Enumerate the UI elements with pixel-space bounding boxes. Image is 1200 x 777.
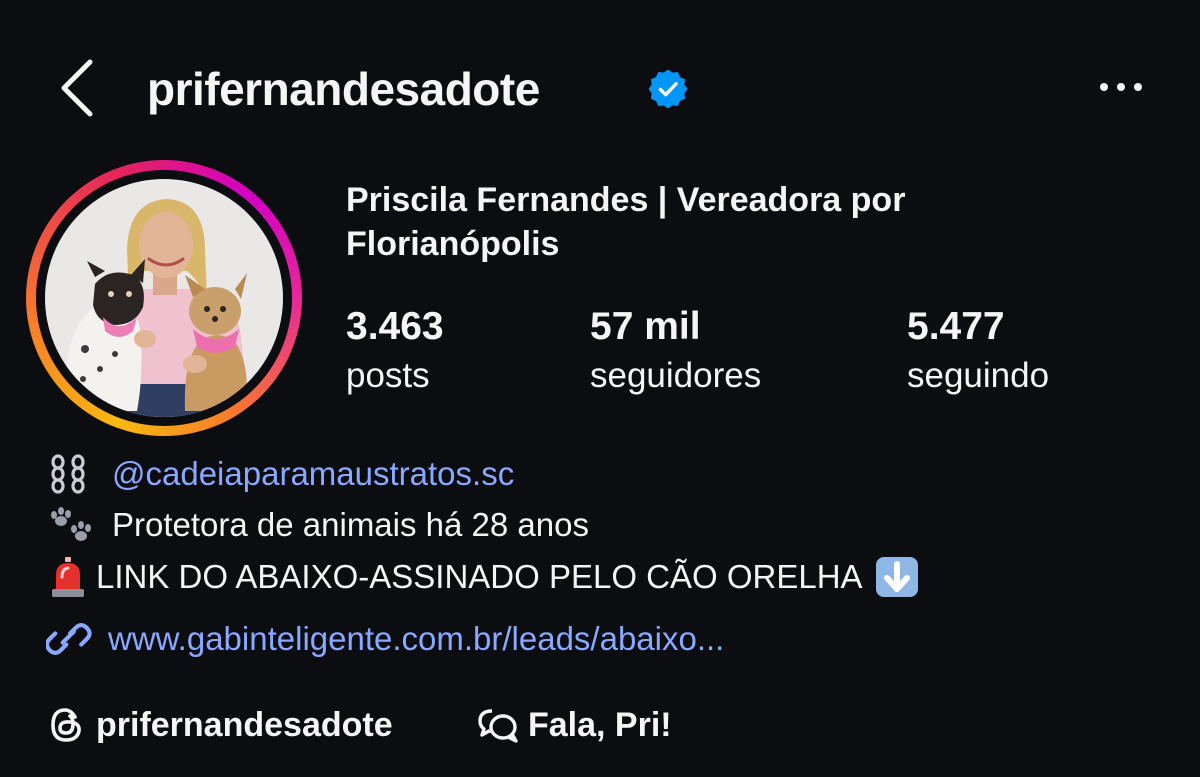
following-label: seguindo: [907, 356, 1050, 395]
followers-label: seguidores: [590, 356, 762, 395]
bio-text: Protetora de animais há 28 anos: [112, 506, 589, 543]
profile-avatar-story-ring[interactable]: [26, 160, 302, 436]
threads-icon: [51, 708, 81, 742]
back-button[interactable]: [56, 58, 100, 118]
bio-line-mention: @cadeiaparamaustratos.sc: [46, 452, 514, 496]
rotating-light-emoji-icon: [52, 557, 84, 597]
down-arrow-emoji-icon: [875, 557, 918, 597]
profile-full-name: Priscila Fernandes | Vereadora por Flori…: [346, 181, 906, 263]
broadcast-channel-label: Fala, Pri!: [528, 705, 672, 744]
posts-label: posts: [346, 356, 430, 395]
following-count: 5.477: [907, 305, 1005, 348]
profile-page: prifernandesadote Priscila Fernandes | V…: [0, 0, 1200, 777]
avatar: [45, 179, 283, 417]
followers-count-button[interactable]: 57 mil seguidores: [590, 302, 761, 400]
chat-bubbles-icon: [478, 709, 518, 743]
link-icon: [46, 623, 92, 655]
more-options-button[interactable]: [1096, 72, 1146, 102]
posts-count-button[interactable]: 3.463 posts: [346, 302, 444, 400]
chains-emoji-icon: [51, 454, 85, 494]
followers-count: 57 mil: [590, 305, 701, 348]
verified-badge-icon: [649, 70, 687, 108]
threads-username: prifernandesadote: [96, 705, 393, 744]
profile-username-title: prifernandesadote: [147, 63, 540, 115]
posts-count: 3.463: [346, 305, 444, 348]
more-horizontal-icon: [1100, 83, 1142, 91]
external-link[interactable]: www.gabinteligente.com.br/leads/abaixo..…: [108, 617, 724, 661]
profile-photo: [45, 179, 283, 417]
paw-prints-emoji-icon: [51, 507, 91, 541]
external-link-row[interactable]: www.gabinteligente.com.br/leads/abaixo..…: [46, 617, 724, 661]
threads-profile-link[interactable]: prifernandesadote: [46, 700, 393, 750]
chevron-left-icon: [61, 59, 93, 117]
bio-line-petition: LINK DO ABAIXO-ASSINADO PELO CÃO ORELHA: [46, 555, 919, 599]
following-count-button[interactable]: 5.477 seguindo: [907, 302, 1049, 400]
petition-text: LINK DO ABAIXO-ASSINADO PELO CÃO ORELHA: [96, 558, 863, 595]
mention-link[interactable]: @cadeiaparamaustratos.sc: [112, 452, 514, 496]
bio-line-description: Protetora de animais há 28 anos: [46, 503, 589, 547]
broadcast-channel-link[interactable]: Fala, Pri!: [476, 700, 672, 750]
